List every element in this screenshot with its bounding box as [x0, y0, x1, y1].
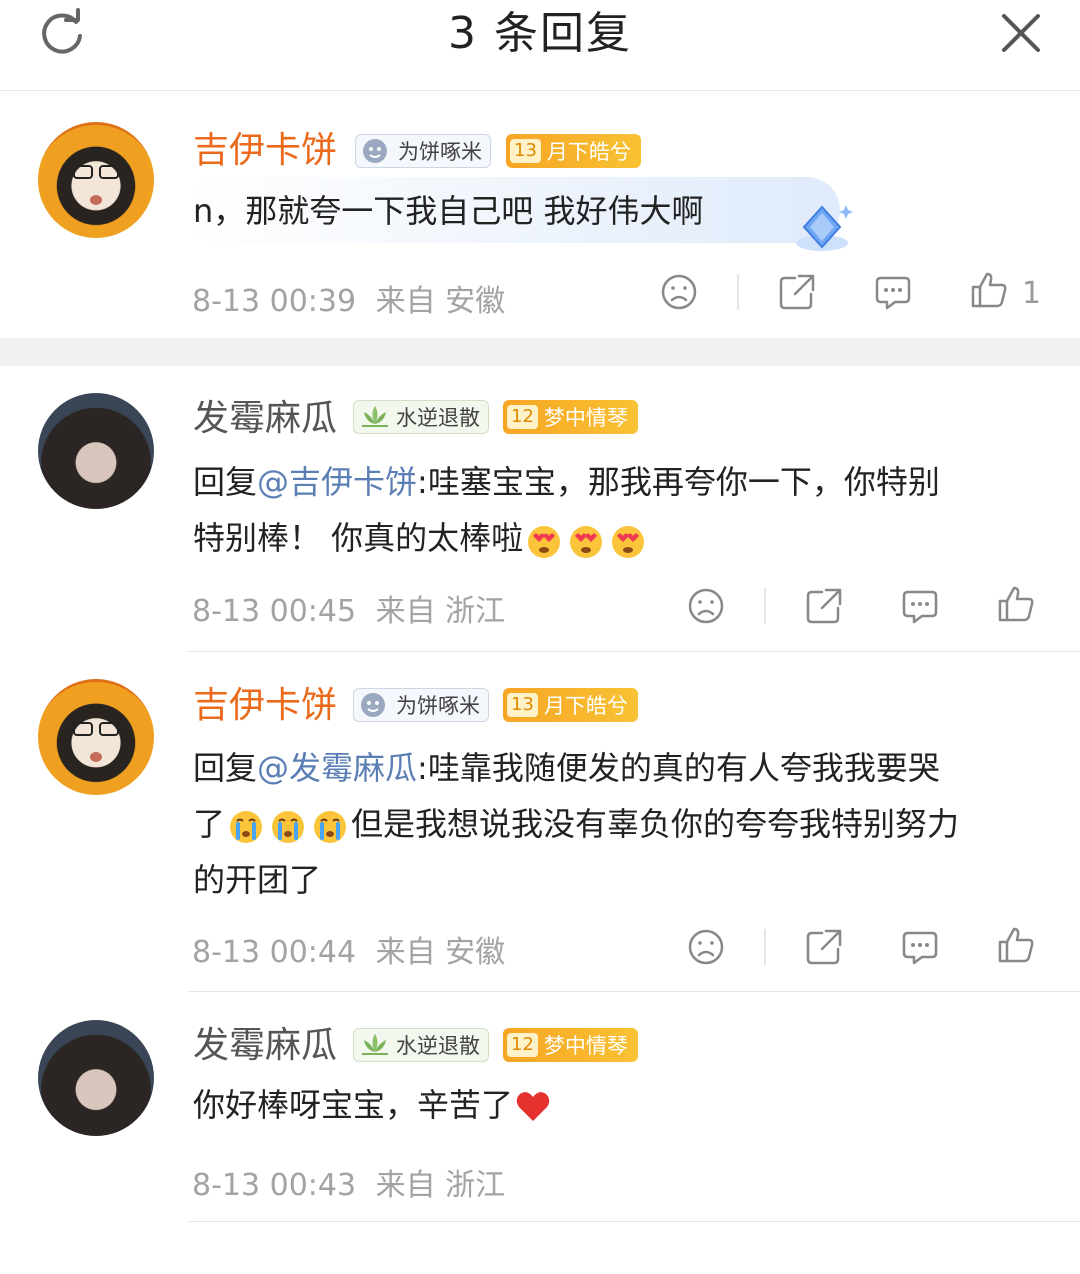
fan-badge[interactable]: 水逆退散: [353, 400, 489, 434]
level-badge-label: 月下皓兮: [546, 140, 631, 164]
text-line-1: :哇塞宝宝，那我再夸你一下，你特别: [417, 463, 940, 501]
share-icon[interactable]: [804, 586, 844, 626]
comment-time: 8-13 00:39: [192, 284, 357, 319]
like-count: 1: [1022, 276, 1042, 311]
fan-badge[interactable]: 为饼啄米: [353, 688, 489, 722]
fan-badge-label: 水逆退散: [396, 1034, 480, 1058]
crying-emoji-icon: [272, 811, 305, 843]
comment-text: 回复@发霉麻瓜:哇靠我随便发的真的有人夸我我要哭 了 但是我想说我没有辜负你的夸夸…: [193, 740, 1043, 908]
comment-text: 你好棒呀宝宝，辛苦了: [193, 1077, 1043, 1133]
comment-meta: 8-13 00:43 来自 浙江: [192, 1160, 505, 1204]
dislike-icon[interactable]: [659, 272, 699, 312]
comment-text: 回复@吉伊卡饼:哇塞宝宝，那我再夸你一下，你特别 特别棒！ 你真的太棒啦: [193, 454, 1043, 566]
fan-badge[interactable]: 为饼啄米: [355, 134, 491, 168]
reply-item: 吉伊卡饼 为饼啄米 13 月下皓兮 回复@发霉麻瓜:哇靠我随便发的真的有人夸我我…: [0, 652, 1080, 992]
text-line-2b: 但是我想说我没有辜负你的夸夸我特别努力: [351, 805, 960, 843]
heart-eyes-emoji-icon: [612, 526, 645, 558]
username[interactable]: 吉伊卡饼: [193, 129, 337, 173]
divider-line: [764, 588, 766, 624]
level-badge-label: 月下皓兮: [543, 694, 628, 718]
comment-text: n，那就夸一下我自己吧 我好伟大啊: [193, 192, 704, 230]
comment-time: 8-13 00:44: [192, 935, 357, 970]
red-heart-icon: [516, 1092, 550, 1121]
avatar[interactable]: [38, 1020, 154, 1136]
level-badge-label: 梦中情琴: [543, 406, 628, 430]
header-bar: 3 条回复: [0, 0, 1080, 91]
level-number: 12: [507, 405, 538, 429]
text-line-1: :哇靠我随便发的真的有人夸我我要哭: [417, 749, 940, 787]
level-badge[interactable]: 13 月下皓兮: [503, 688, 638, 722]
lotus-icon: [362, 406, 388, 427]
comment-meta: 8-13 00:45 来自 浙江: [192, 586, 505, 630]
comment-location: 来自 浙江: [375, 1168, 506, 1203]
level-number: 13: [510, 139, 541, 163]
mention-link[interactable]: @吉伊卡饼: [257, 463, 417, 501]
comment-icon[interactable]: [900, 586, 940, 626]
divider-line: [764, 929, 766, 965]
crying-emoji-icon: [314, 811, 347, 843]
avatar[interactable]: [38, 393, 154, 509]
comment-location: 来自 安徽: [375, 284, 506, 319]
dislike-icon[interactable]: [686, 927, 726, 967]
crying-emoji-icon: [230, 811, 263, 843]
username[interactable]: 发霉麻瓜: [193, 397, 337, 441]
comment-icon[interactable]: [873, 272, 913, 312]
page-title: 3 条回复: [448, 8, 632, 59]
fan-badge[interactable]: 水逆退散: [353, 1028, 489, 1062]
text-line: 你好棒呀宝宝，辛苦了: [193, 1086, 514, 1124]
heart-eyes-emoji-icon: [570, 526, 603, 558]
diamond-icon: [790, 199, 856, 255]
reply-item: 发霉麻瓜 水逆退散 12 梦中情琴 你好棒呀宝宝，辛苦了 8-13 00:43 …: [0, 992, 1080, 1232]
level-badge[interactable]: 13 月下皓兮: [506, 134, 641, 168]
avatar[interactable]: [38, 122, 154, 238]
level-badge[interactable]: 12 梦中情琴: [503, 1028, 638, 1062]
fan-badge-icon: [363, 139, 387, 163]
comment-meta: 8-13 00:44 来自 安徽: [192, 927, 505, 971]
avatar[interactable]: [38, 679, 154, 795]
level-badge[interactable]: 12 梦中情琴: [503, 400, 638, 434]
mention-link[interactable]: @发霉麻瓜: [257, 749, 417, 787]
fan-badge-icon: [361, 693, 385, 717]
dislike-icon[interactable]: [686, 586, 726, 626]
comment-icon[interactable]: [900, 927, 940, 967]
level-number: 13: [507, 693, 538, 717]
comment-time: 8-13 00:43: [192, 1168, 357, 1203]
like-icon[interactable]: [996, 925, 1036, 965]
like-icon[interactable]: [996, 584, 1036, 624]
heart-eyes-emoji-icon: [528, 526, 561, 558]
fan-badge-label: 为饼啄米: [398, 140, 482, 164]
row-divider: [188, 1221, 1080, 1222]
reply-prefix: 回复: [193, 463, 258, 501]
comment-meta: 8-13 00:39 来自 安徽: [192, 276, 505, 320]
comment-location: 来自 浙江: [375, 594, 506, 629]
share-icon[interactable]: [777, 272, 817, 312]
reply-item: 发霉麻瓜 水逆退散 12 梦中情琴 回复@吉伊卡饼:哇塞宝宝，那我再夸你一下，你…: [0, 366, 1080, 652]
username[interactable]: 吉伊卡饼: [193, 684, 337, 728]
text-line-2: 特别棒！ 你真的太棒啦: [193, 519, 524, 557]
level-number: 12: [507, 1033, 538, 1057]
close-icon[interactable]: [998, 10, 1044, 56]
reply-prefix: 回复: [193, 749, 258, 787]
divider-line: [737, 274, 739, 310]
comment-item: 吉伊卡饼 为饼啄米 13 月下皓兮 n，那就夸一下我自己吧 我好伟大啊 8-13…: [0, 91, 1080, 338]
username[interactable]: 发霉麻瓜: [193, 1024, 337, 1068]
comment-location: 来自 安徽: [375, 935, 506, 970]
share-icon[interactable]: [804, 927, 844, 967]
text-line-3: 的开团了: [193, 861, 322, 899]
level-badge-label: 梦中情琴: [543, 1034, 628, 1058]
like-icon[interactable]: [969, 270, 1009, 310]
section-separator: [0, 338, 1080, 366]
lotus-icon: [362, 1034, 388, 1055]
comment-time: 8-13 00:45: [192, 594, 357, 629]
text-line-2a: 了: [193, 805, 226, 843]
fan-badge-label: 为饼啄米: [396, 694, 480, 718]
fan-badge-label: 水逆退散: [396, 406, 480, 430]
